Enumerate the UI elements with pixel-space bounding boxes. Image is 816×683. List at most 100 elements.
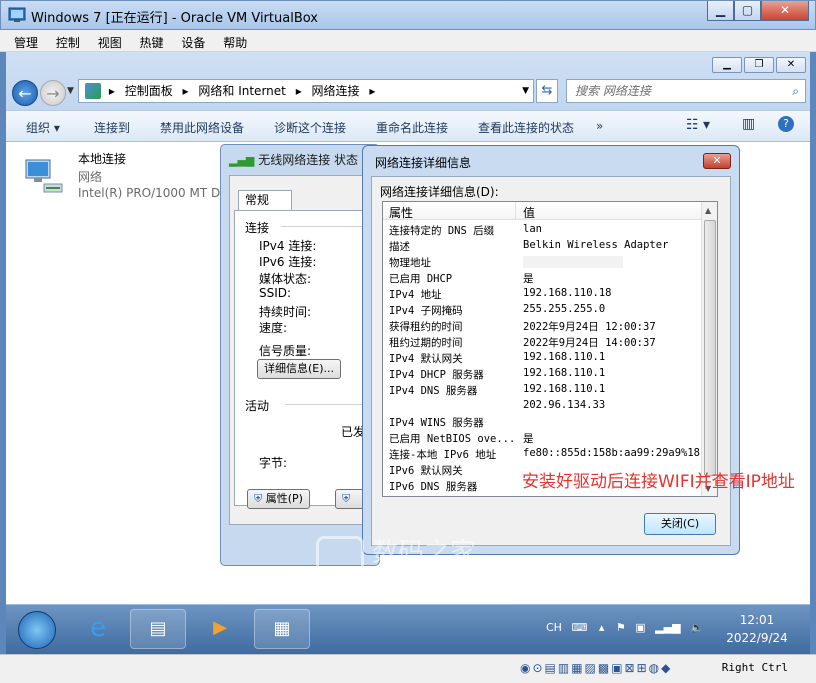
taskbar-network-connections-icon[interactable]: ▦ bbox=[254, 609, 310, 649]
address-bar[interactable]: ▸ 控制面板 ▸ 网络和 Internet ▸ 网络连接 ▸ ▼ bbox=[78, 79, 534, 103]
search-input[interactable]: 搜索 网络连接 ⌕ bbox=[566, 79, 806, 103]
taskbar-media-player-icon[interactable]: ▶ bbox=[192, 609, 248, 649]
list-row[interactable]: IPv4 地址 192.168.110.18 bbox=[383, 286, 703, 302]
column-header-property[interactable]: 属性 bbox=[389, 204, 413, 221]
start-button[interactable] bbox=[18, 611, 56, 649]
back-arrow-icon[interactable]: ← bbox=[12, 80, 38, 106]
explorer-frame: ▁ ❐ ✕ ← → ▼ ▸ 控制面板 ▸ 网络和 Internet ▸ 网络连接 ▸… bbox=[6, 52, 810, 142]
explorer-restore-button[interactable]: ❐ bbox=[744, 57, 774, 73]
menu-item-control[interactable]: 控制 bbox=[56, 34, 80, 51]
vm-device-icons[interactable]: ◉⊙▤▥▦▨▩▣⊠⊞◍◆ bbox=[520, 661, 672, 675]
list-row[interactable]: IPv4 子网掩码 255.255.255.0 bbox=[383, 302, 703, 318]
tray-language[interactable]: CH bbox=[546, 621, 562, 634]
list-row[interactable]: 已启用 DHCP 是 bbox=[383, 270, 703, 286]
status-dialog-body: 常规 连接 IPv4 连接: IPv6 连接: 媒体状态: SSID: 持续时间… bbox=[229, 175, 379, 525]
help-icon[interactable]: ? bbox=[778, 116, 794, 132]
row-value: lan bbox=[523, 223, 542, 235]
vm-menubar: 管理 控制 视图 热键 设备 帮助 bbox=[0, 30, 816, 52]
details-button[interactable]: 详细信息(E)... bbox=[257, 359, 342, 379]
menu-item-devices[interactable]: 设备 bbox=[181, 34, 205, 51]
list-row[interactable]: 202.96.134.33 bbox=[383, 398, 703, 414]
scrollbar-thumb[interactable] bbox=[704, 220, 716, 476]
row-property: IPv6 DNS 服务器 bbox=[389, 481, 478, 493]
list-row[interactable]: IPv4 DHCP 服务器 192.168.110.1 bbox=[383, 366, 703, 382]
status-panel: 连接 IPv4 连接: IPv6 连接: 媒体状态: SSID: 持续时间: 速… bbox=[234, 210, 378, 509]
breadcrumb-separator-icon: ▸ bbox=[108, 84, 115, 98]
row-property: IPv4 WINS 服务器 bbox=[389, 417, 484, 429]
toolbar-disable-device-button[interactable]: 禁用此网络设备 bbox=[160, 119, 244, 136]
breadcrumb-network-connections[interactable]: 网络连接 bbox=[312, 84, 360, 98]
bytes-label: 字节: bbox=[259, 456, 288, 470]
menu-item-manage[interactable]: 管理 bbox=[14, 34, 38, 51]
watermark-sub: MYDIGIT.NET bbox=[370, 565, 478, 583]
toolbar-more-button[interactable]: » bbox=[596, 119, 603, 133]
toolbar-diagnose-button[interactable]: 诊断这个连接 bbox=[274, 119, 346, 136]
address-dropdown-icon[interactable]: ▼ bbox=[522, 80, 529, 102]
forward-arrow-icon[interactable]: → bbox=[40, 80, 66, 106]
recent-pages-dropdown-icon[interactable]: ▼ bbox=[67, 86, 74, 96]
details-list[interactable]: 属性 值 连接特定的 DNS 后缀 lan 描述 Belkin Wireless Ad… bbox=[382, 201, 718, 497]
toolbar-connect-to-button[interactable]: 连接到 bbox=[94, 119, 130, 136]
tray-expand-icon[interactable]: ▴ bbox=[599, 621, 605, 634]
details-scrollbar[interactable]: ▲ ▼ bbox=[701, 202, 717, 496]
refresh-icon[interactable]: ⇆ bbox=[536, 79, 558, 103]
menu-item-hotkey[interactable]: 热键 bbox=[140, 34, 164, 51]
field-ssid: SSID: bbox=[259, 286, 292, 300]
list-row[interactable]: 描述 Belkin Wireless Adapter bbox=[383, 238, 703, 254]
list-row[interactable]: IPv4 默认网关 192.168.110.1 bbox=[383, 350, 703, 366]
close-button[interactable]: 关闭(C) bbox=[644, 513, 716, 535]
system-tray: CH ⌨ ▴ ⚑ ▣ ▂▄▆ 🔈 bbox=[546, 621, 704, 634]
virtualbox-icon bbox=[8, 7, 26, 22]
explorer-toolbar: 组织 ▾ 连接到 禁用此网络设备 诊断这个连接 重命名此连接 查看此连接的状态 … bbox=[6, 110, 810, 142]
signal-bars-icon: ▂▄▆ bbox=[229, 154, 255, 167]
vm-minimize-button[interactable]: ▁ bbox=[707, 1, 734, 21]
properties-button[interactable]: ⛨ 属性(P) bbox=[247, 489, 310, 509]
vm-close-button[interactable]: ✕ bbox=[761, 1, 809, 21]
action-center-flag-icon[interactable]: ⚑ bbox=[616, 621, 626, 634]
toolbar-view-status-button[interactable]: 查看此连接的状态 bbox=[478, 119, 574, 136]
taskbar-ie-icon[interactable]: e bbox=[70, 609, 126, 649]
list-row[interactable]: 已启用 NetBIOS ove... 是 bbox=[383, 430, 703, 446]
list-row[interactable]: 获得租约的时间 2022年9月24日 12:00:37 bbox=[383, 318, 703, 334]
close-icon[interactable]: ✕ bbox=[703, 153, 731, 169]
menu-item-help[interactable]: 帮助 bbox=[223, 34, 247, 51]
wireless-signal-icon[interactable]: ▂▄▆ bbox=[655, 621, 680, 634]
breadcrumb-control-panel[interactable]: 控制面板 bbox=[125, 84, 173, 98]
row-property: 连接特定的 DNS 后缀 bbox=[389, 225, 495, 237]
row-value: 2022年9月24日 14:00:37 bbox=[523, 337, 656, 349]
column-header-value[interactable]: 值 bbox=[523, 204, 535, 221]
row-value: fe80::855d:158b:aa99:29a9%18 bbox=[523, 447, 701, 459]
volume-icon[interactable]: 🔈 bbox=[690, 621, 704, 634]
list-row[interactable]: 连接特定的 DNS 后缀 lan bbox=[383, 222, 703, 238]
field-ipv4: IPv4 连接: bbox=[259, 239, 317, 253]
list-row[interactable]: IPv4 WINS 服务器 bbox=[383, 414, 703, 430]
breadcrumb-network-internet[interactable]: 网络和 Internet bbox=[198, 84, 285, 98]
list-row[interactable]: IPv4 DNS 服务器 192.168.110.1 bbox=[383, 382, 703, 398]
list-row[interactable]: 租约过期的时间 2022年9月24日 14:00:37 bbox=[383, 334, 703, 350]
host-key-label: Right Ctrl bbox=[721, 661, 788, 674]
list-row[interactable]: 物理地址 bbox=[383, 254, 703, 270]
list-row[interactable]: 连接-本地 IPv6 地址 fe80::855d:158b:aa99:29a9%1… bbox=[383, 446, 703, 462]
clock[interactable]: 12:01 2022/9/24 bbox=[722, 611, 792, 647]
scroll-up-icon[interactable]: ▲ bbox=[705, 206, 711, 215]
search-icon[interactable]: ⌕ bbox=[792, 80, 799, 102]
explorer-close-button[interactable]: ✕ bbox=[776, 57, 806, 73]
menu-item-view[interactable]: 视图 bbox=[98, 34, 122, 51]
tab-general[interactable]: 常规 bbox=[238, 190, 292, 210]
row-property: IPv4 地址 bbox=[389, 289, 442, 301]
row-property: 获得租约的时间 bbox=[389, 321, 463, 333]
toolbar-rename-button[interactable]: 重命名此连接 bbox=[376, 119, 448, 136]
preview-pane-icon[interactable]: ▥ bbox=[742, 116, 755, 132]
vm-maximize-button[interactable]: ▢ bbox=[734, 1, 761, 21]
taskbar-explorer-icon[interactable]: ▤ bbox=[130, 609, 186, 649]
details-dialog-title: 网络连接详细信息 bbox=[375, 156, 472, 170]
tray-device-icon[interactable]: ▣ bbox=[635, 621, 645, 634]
view-options-icon[interactable]: ☷ ▾ bbox=[686, 117, 710, 133]
keyboard-icon[interactable]: ⌨ bbox=[571, 621, 587, 634]
toolbar-organize-button[interactable]: 组织 ▾ bbox=[26, 119, 60, 136]
row-value: 192.168.110.1 bbox=[523, 383, 606, 395]
explorer-minimize-button[interactable]: ▁ bbox=[712, 57, 742, 73]
row-property: 已启用 DHCP bbox=[389, 273, 453, 285]
disable-button[interactable]: ⛨ bbox=[335, 489, 365, 509]
vm-titlebar: Windows 7 [正在运行] - Oracle VM VirtualBox … bbox=[0, 0, 816, 30]
